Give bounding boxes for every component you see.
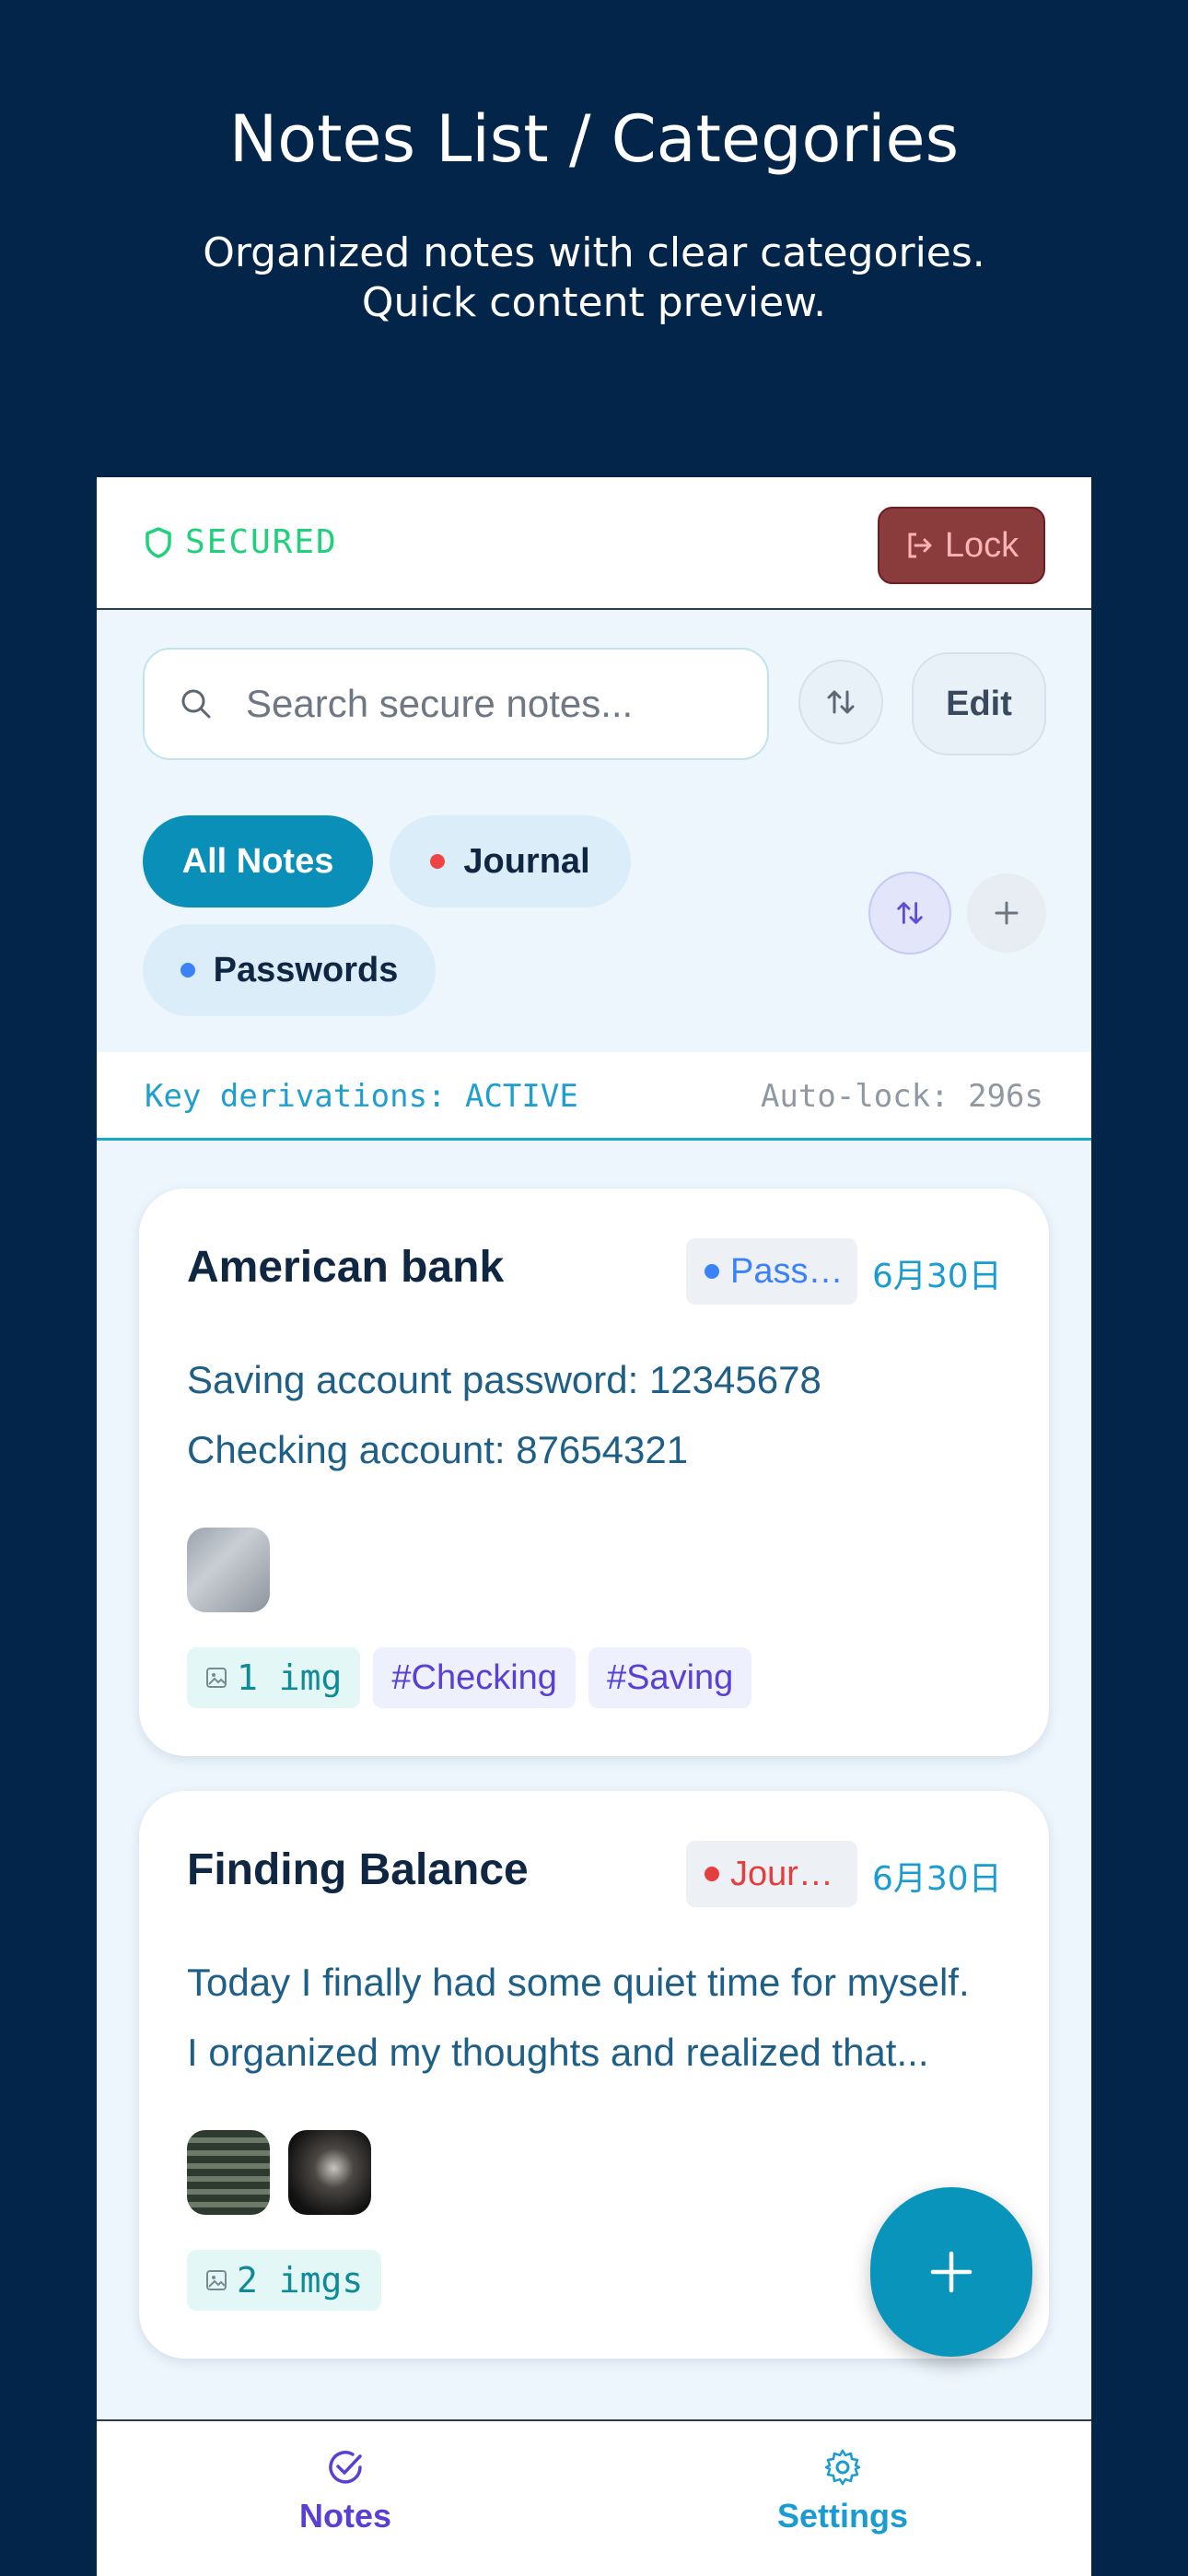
- hero-subtitle: Organized notes with clear categories. Q…: [0, 228, 1188, 328]
- note-category-badge: Pass…: [686, 1238, 857, 1305]
- note-category-label: Pass…: [730, 1251, 844, 1291]
- nav-settings[interactable]: Settings: [705, 2447, 981, 2535]
- key-derivation-status: Key derivations: ACTIVE: [145, 1078, 578, 1115]
- note-date: 6月30日: [872, 1860, 1002, 1898]
- category-dot-icon: [705, 1264, 719, 1279]
- plus-icon: [930, 2251, 973, 2293]
- image-icon: [206, 1668, 227, 1688]
- hero-subtitle-line2: Quick content preview.: [361, 279, 827, 326]
- category-dot-icon: [705, 1867, 719, 1881]
- category-chip-label: Journal: [463, 841, 590, 881]
- logout-icon: [908, 533, 932, 558]
- edit-button[interactable]: Edit: [912, 652, 1046, 755]
- image-count-tag: 1 img: [187, 1647, 361, 1708]
- nav-settings-label: Settings: [776, 2497, 908, 2535]
- note-card[interactable]: American bank Pass… 6月30日 Saving account…: [139, 1188, 1049, 1756]
- note-category-badge: Jour…: [686, 1841, 857, 1907]
- note-date: 6月30日: [872, 1258, 1002, 1295]
- nav-notes[interactable]: Notes: [207, 2447, 483, 2535]
- check-circle-icon: [329, 2451, 362, 2484]
- note-category-label: Jour…: [730, 1854, 833, 1893]
- sort-arrows-icon: [827, 690, 855, 714]
- note-preview: Today I finally had some quiet time for …: [187, 1948, 1016, 2088]
- note-preview-line: Today I finally had some quiet time for …: [187, 1961, 970, 2004]
- hashtag-checking[interactable]: #Checking: [373, 1647, 576, 1708]
- note-image-thumbnail[interactable]: [187, 2130, 270, 2215]
- note-thumbnails: [187, 1528, 288, 1612]
- note-preview-line: Checking account: 87654321: [187, 1428, 689, 1471]
- lock-button[interactable]: Lock: [878, 507, 1045, 584]
- plus-icon: [995, 901, 1019, 925]
- secured-label: SECURED: [185, 523, 338, 561]
- secured-status: SECURED: [145, 523, 338, 561]
- category-chip-all-notes[interactable]: All Notes: [143, 815, 373, 907]
- auto-lock-timer: Auto-lock: 296s: [760, 1078, 1043, 1115]
- category-chip-passwords[interactable]: Passwords: [143, 924, 436, 1016]
- add-note-button[interactable]: [870, 2187, 1032, 2357]
- category-chip-label: Passwords: [213, 950, 399, 989]
- nav-notes-label: Notes: [298, 2497, 392, 2535]
- category-chip-journal[interactable]: Journal: [390, 815, 631, 907]
- search-field[interactable]: [143, 648, 769, 760]
- top-bar: SECURED Lock: [97, 477, 1091, 610]
- lock-label: Lock: [944, 525, 1019, 565]
- note-tags: 2 imgs: [187, 2250, 394, 2311]
- image-icon: [206, 2270, 227, 2290]
- hashtag-saving[interactable]: #Saving: [588, 1647, 752, 1708]
- note-tags: 1 img #Checking #Saving: [187, 1647, 764, 1708]
- add-category-button[interactable]: [967, 873, 1046, 953]
- note-preview-line: Saving account password: 12345678: [187, 1358, 821, 1401]
- key-status-bar: Key derivations: ACTIVE Auto-lock: 296s: [97, 1052, 1091, 1141]
- note-thumbnails: [187, 2130, 390, 2215]
- image-count-label: 2 imgs: [237, 2260, 364, 2301]
- hero-subtitle-line1: Organized notes with clear categories.: [203, 229, 985, 276]
- sort-arrows-icon: [897, 902, 923, 924]
- hero-title: Notes List / Categories: [228, 101, 960, 177]
- note-preview-line: I organized my thoughts and realized tha…: [187, 2031, 929, 2074]
- sort-button[interactable]: [798, 660, 883, 744]
- category-chip-label: All Notes: [181, 841, 334, 881]
- passwords-dot-icon: [180, 963, 195, 978]
- image-count-tag: 2 imgs: [187, 2250, 382, 2311]
- shield-icon: [146, 526, 171, 558]
- search-input[interactable]: [246, 682, 743, 726]
- note-image-thumbnail[interactable]: [288, 2130, 371, 2215]
- note-title: Finding Balance: [187, 1845, 529, 1894]
- note-image-thumbnail[interactable]: [187, 1528, 270, 1612]
- reorder-categories-button[interactable]: [868, 872, 951, 954]
- image-count-label: 1 img: [237, 1657, 343, 1698]
- gear-icon: [824, 2449, 861, 2486]
- journal-dot-icon: [430, 854, 446, 869]
- bottom-navigation: Notes Settings: [97, 2419, 1091, 2576]
- search-icon: [181, 689, 211, 719]
- app-screen: SECURED Lock Edit All Notes Journal Pass…: [97, 477, 1091, 2576]
- note-preview: Saving account password: 12345678 Checki…: [187, 1345, 1016, 1485]
- note-title: American bank: [187, 1243, 505, 1292]
